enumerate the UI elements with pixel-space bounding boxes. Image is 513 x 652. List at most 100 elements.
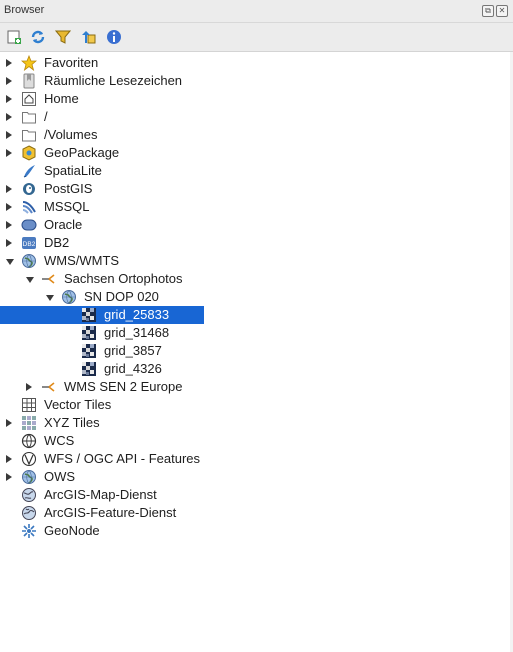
info-icon[interactable]	[104, 27, 124, 47]
tree-item[interactable]: Oracle	[0, 216, 513, 234]
tree-item-label: grid_31468	[104, 325, 170, 340]
vector-tiles-icon	[21, 397, 37, 413]
chevron-right-icon[interactable]	[6, 455, 12, 463]
chevron-right-icon[interactable]	[6, 77, 12, 85]
tree-item-label: /Volumes	[44, 127, 98, 142]
chevron-right-icon[interactable]	[6, 59, 12, 67]
tree-item[interactable]: WMS SEN 2 Europe	[0, 378, 513, 396]
add-selected-icon[interactable]	[4, 27, 24, 47]
tree-item-label: Sachsen Ortophotos	[64, 271, 183, 286]
mssql-icon	[21, 199, 37, 215]
folder-icon	[21, 127, 37, 143]
tree-item-label: /	[44, 109, 48, 124]
chevron-right-icon[interactable]	[6, 239, 12, 247]
tree-item-label: grid_3857	[104, 343, 162, 358]
raster-grid-icon	[81, 343, 97, 359]
tree-item[interactable]: XYZ Tiles	[0, 414, 513, 432]
tree-item[interactable]: ArcGIS-Map-Dienst	[0, 486, 513, 504]
tree-item[interactable]: /Volumes	[0, 126, 513, 144]
refresh-icon[interactable]	[28, 27, 48, 47]
chevron-right-icon[interactable]	[6, 221, 12, 229]
tree-item-label: Favoriten	[44, 55, 99, 70]
browser-toolbar	[0, 23, 513, 52]
chevron-right-icon[interactable]	[6, 185, 12, 193]
tree-item[interactable]: grid_3857	[0, 342, 513, 360]
tree-item[interactable]: GeoPackage	[0, 144, 513, 162]
wcs-icon	[21, 433, 37, 449]
tree-item-label: WMS/WMTS	[44, 253, 120, 268]
selection-highlight	[0, 306, 204, 324]
float-panel-button[interactable]: ⧉	[482, 5, 494, 17]
tree-item-label: SN DOP 020	[84, 289, 159, 304]
raster-grid-icon	[81, 361, 97, 377]
collapse-all-icon[interactable]	[79, 27, 99, 47]
chevron-down-icon[interactable]	[26, 277, 34, 283]
tree-item[interactable]: Favoriten	[0, 54, 513, 72]
chevron-down-icon[interactable]	[46, 295, 54, 301]
tree-item-label: ArcGIS-Feature-Dienst	[44, 505, 177, 520]
bookmark-icon	[21, 73, 37, 89]
oracle-icon	[21, 217, 37, 233]
tree-item-label: GeoPackage	[44, 145, 120, 160]
tree-item[interactable]: grid_25833	[0, 306, 513, 324]
browser-tree: Favoriten Räumliche Lesezeichen Home / /Volu…	[0, 52, 513, 652]
geonode-icon	[21, 523, 37, 539]
tree-item[interactable]: Räumliche Lesezeichen	[0, 72, 513, 90]
spatialite-icon	[21, 163, 37, 179]
tree-item-label: GeoNode	[44, 523, 100, 538]
chevron-right-icon[interactable]	[6, 473, 12, 481]
tree-item-label: WCS	[44, 433, 75, 448]
tree-item[interactable]: SpatiaLite	[0, 162, 513, 180]
chevron-down-icon[interactable]	[6, 259, 14, 265]
tree-item[interactable]: DB2 DB2	[0, 234, 513, 252]
tree-item[interactable]: grid_31468	[0, 324, 513, 342]
geopackage-icon	[21, 145, 37, 161]
tree-item[interactable]: GeoNode	[0, 522, 513, 540]
filter-icon[interactable]	[53, 27, 73, 47]
tree-item[interactable]: Home	[0, 90, 513, 108]
tree-item[interactable]: grid_4326	[0, 360, 513, 378]
tree-item[interactable]: PostGIS	[0, 180, 513, 198]
tree-item[interactable]: ArcGIS-Feature-Dienst	[0, 504, 513, 522]
tree-item[interactable]: Sachsen Ortophotos	[0, 270, 513, 288]
tree-item[interactable]: /	[0, 108, 513, 126]
tree-item[interactable]: WMS/WMTS	[0, 252, 513, 270]
tree-item-label: ArcGIS-Map-Dienst	[44, 487, 157, 502]
folder-icon	[21, 109, 37, 125]
xyz-tiles-icon	[21, 415, 37, 431]
globe-icon	[21, 469, 37, 485]
chevron-right-icon[interactable]	[6, 419, 12, 427]
close-panel-button[interactable]: ✕	[496, 5, 508, 17]
star-icon	[20, 54, 38, 72]
raster-grid-icon	[81, 307, 97, 323]
globe-icon	[21, 253, 37, 269]
tree-item[interactable]: WFS / OGC API - Features	[0, 450, 513, 468]
arcgis-map-icon	[21, 487, 37, 503]
raster-grid-icon	[81, 325, 97, 341]
tree-item-label: XYZ Tiles	[44, 415, 100, 430]
tree-item-label: grid_4326	[104, 361, 162, 376]
tree-item[interactable]: MSSQL	[0, 198, 513, 216]
arcgis-feature-icon	[21, 505, 37, 521]
chevron-right-icon[interactable]	[6, 131, 12, 139]
panel-title: Browser	[4, 4, 45, 16]
chevron-right-icon[interactable]	[6, 95, 12, 103]
tree-item[interactable]: WCS	[0, 432, 513, 450]
tree-item[interactable]: OWS	[0, 468, 513, 486]
connection-icon	[41, 379, 57, 395]
panel-titlebar: Browser ⧉ ✕	[0, 0, 513, 23]
connection-icon	[41, 271, 57, 287]
tree-item[interactable]: SN DOP 020	[0, 288, 513, 306]
chevron-right-icon[interactable]	[6, 113, 12, 121]
chevron-right-icon[interactable]	[26, 383, 32, 391]
tree-item-label: PostGIS	[44, 181, 93, 196]
tree-item-label: Oracle	[44, 217, 83, 232]
chevron-right-icon[interactable]	[6, 149, 12, 157]
wfs-icon	[21, 451, 37, 467]
chevron-right-icon[interactable]	[6, 203, 12, 211]
home-icon	[21, 91, 37, 107]
tree-item-label: Räumliche Lesezeichen	[44, 73, 183, 88]
tree-item[interactable]: Vector Tiles	[0, 396, 513, 414]
tree-item-label: grid_25833	[104, 307, 170, 322]
tree-item-label: MSSQL	[44, 199, 90, 214]
